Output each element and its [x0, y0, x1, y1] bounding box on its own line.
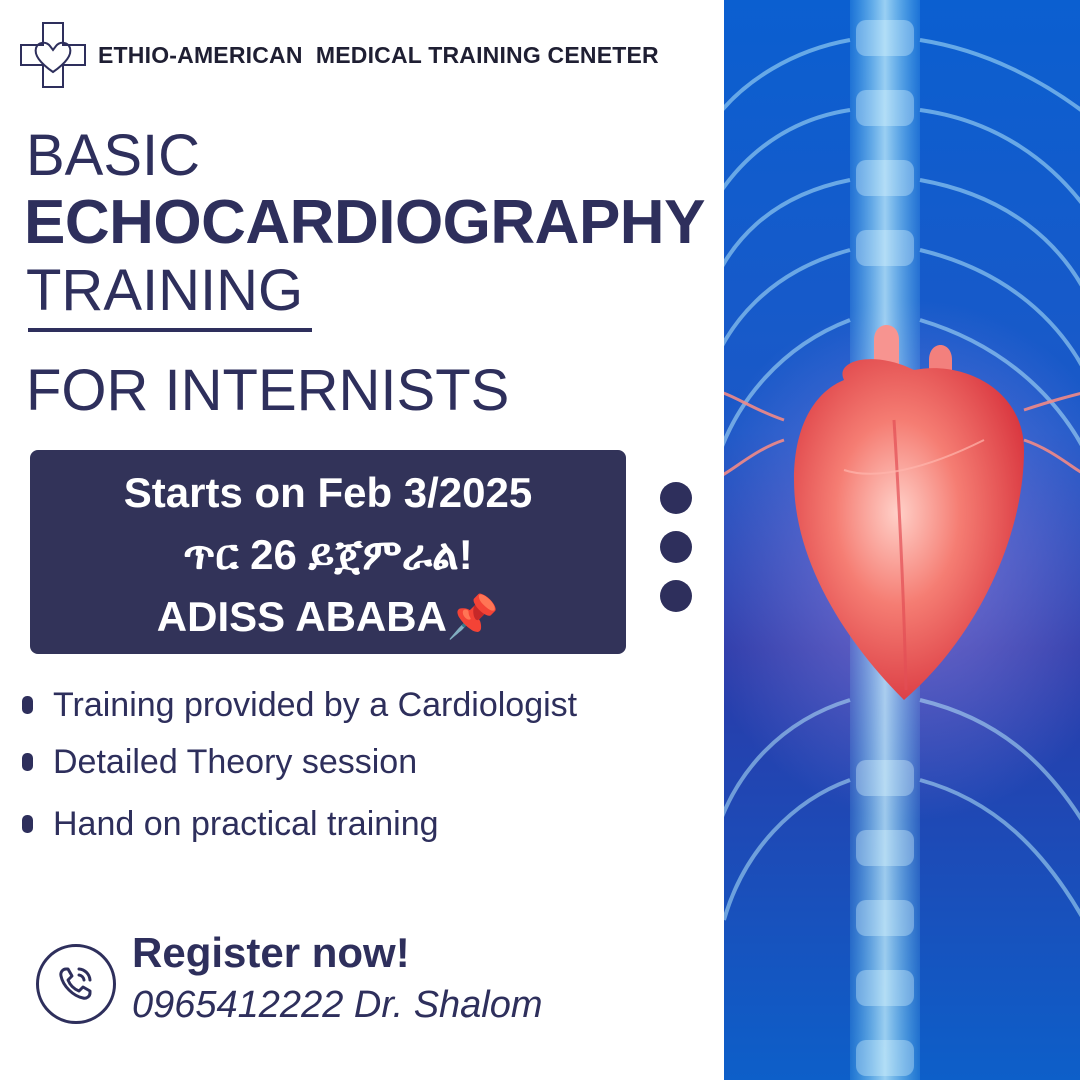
- headline-echocardiography: ECHOCARDIOGRAPHY: [24, 188, 705, 257]
- headline-training: TRAINING: [26, 258, 304, 323]
- list-item-text: Hand on practical training: [53, 805, 439, 843]
- medical-cross-heart-icon: [20, 22, 86, 88]
- dot: [660, 531, 692, 563]
- dot: [660, 482, 692, 514]
- phone-button[interactable]: [36, 944, 116, 1024]
- list-item-text: Detailed Theory session: [53, 743, 418, 781]
- headline-basic: BASIC: [26, 123, 201, 188]
- start-date-amharic: ጥር 26 ይጀምራል!: [183, 531, 473, 578]
- bullet-icon: [22, 815, 33, 833]
- contact-phone: 0965412222 Dr. Shalom: [132, 984, 543, 1026]
- bullet-icon: [22, 753, 33, 771]
- start-date-english: Starts on Feb 3/2025: [123, 469, 533, 516]
- list-item-text: Training provided by a Cardiologist: [53, 686, 578, 724]
- organization-name: ETHIO-AMERICAN MEDICAL TRAINING CENETER: [98, 42, 659, 68]
- heart-xray-image: [724, 0, 1080, 1080]
- phone-icon: [59, 967, 92, 1000]
- register-cta: Register now!: [132, 929, 410, 976]
- location: ADISS ABABA📌: [30, 596, 626, 638]
- headline-audience: FOR INTERNISTS: [26, 358, 510, 423]
- headline-divider: [28, 328, 312, 332]
- location-text: ADISS ABABA: [156, 593, 447, 640]
- xray-illustration: [724, 0, 1080, 1080]
- decorative-dots: [660, 482, 694, 612]
- pushpin-icon: 📌: [446, 593, 500, 640]
- bullet-icon: [22, 696, 33, 714]
- dot: [660, 580, 692, 612]
- start-date-box: Starts on Feb 3/2025 ጥር 26 ይጀምራል! ADISS …: [30, 450, 626, 654]
- left-panel: ETHIO-AMERICAN MEDICAL TRAINING CENETER …: [0, 0, 724, 1080]
